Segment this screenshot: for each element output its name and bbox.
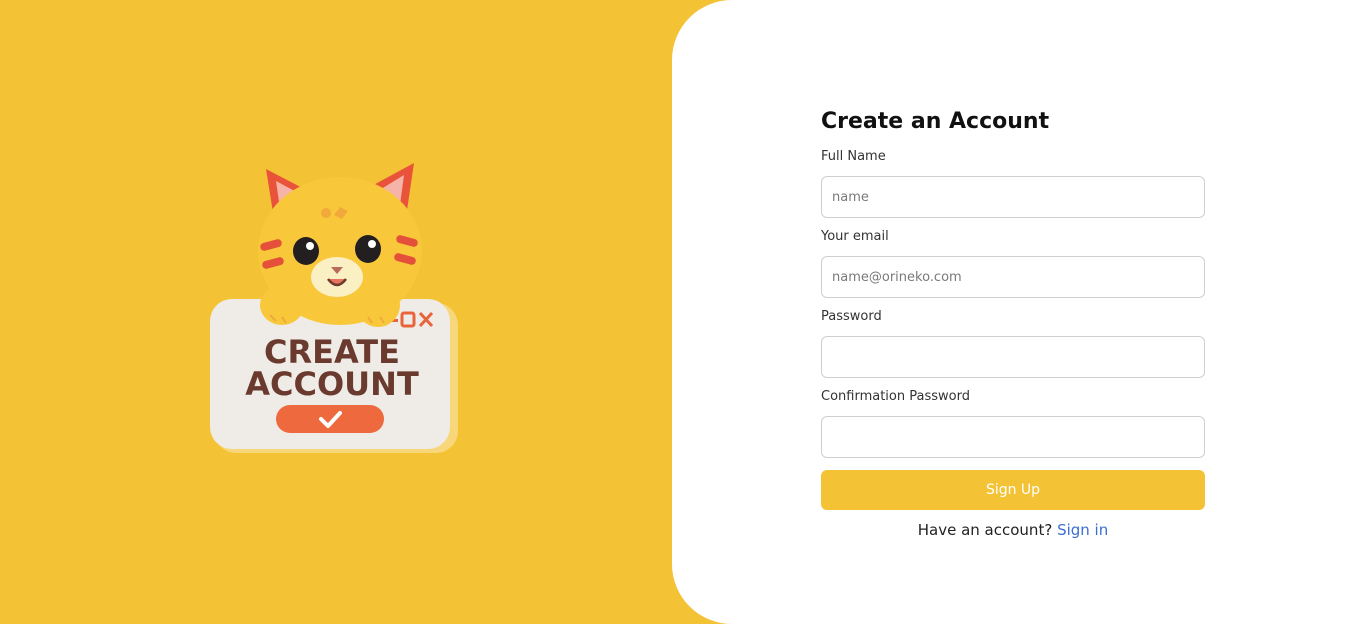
sign-text-line2: ACCOUNT: [245, 365, 419, 403]
right-panel: Create an Account Full Name Your email P…: [672, 0, 1345, 624]
full-name-input[interactable]: [821, 176, 1205, 218]
confirm-password-input[interactable]: [821, 416, 1205, 458]
password-input[interactable]: [821, 336, 1205, 378]
cat-holding-create-account-sign-icon: CREATE ACCOUNT: [210, 163, 458, 453]
signin-prompt: Have an account?: [917, 521, 1053, 539]
password-label: Password: [821, 309, 882, 324]
create-account-form: Create an Account Full Name Your email P…: [821, 104, 1205, 539]
cat-illustration: CREATE ACCOUNT: [200, 155, 470, 465]
email-label: Your email: [821, 229, 889, 244]
left-panel: CREATE ACCOUNT: [0, 0, 700, 624]
signin-row: Have an account? Sign in: [821, 521, 1205, 539]
confirm-password-label: Confirmation Password: [821, 389, 970, 404]
sign-in-link[interactable]: Sign in: [1057, 521, 1108, 539]
form-title: Create an Account: [821, 109, 1050, 134]
sign-up-button[interactable]: Sign Up: [821, 470, 1205, 510]
full-name-label: Full Name: [821, 149, 886, 164]
email-input[interactable]: [821, 256, 1205, 298]
